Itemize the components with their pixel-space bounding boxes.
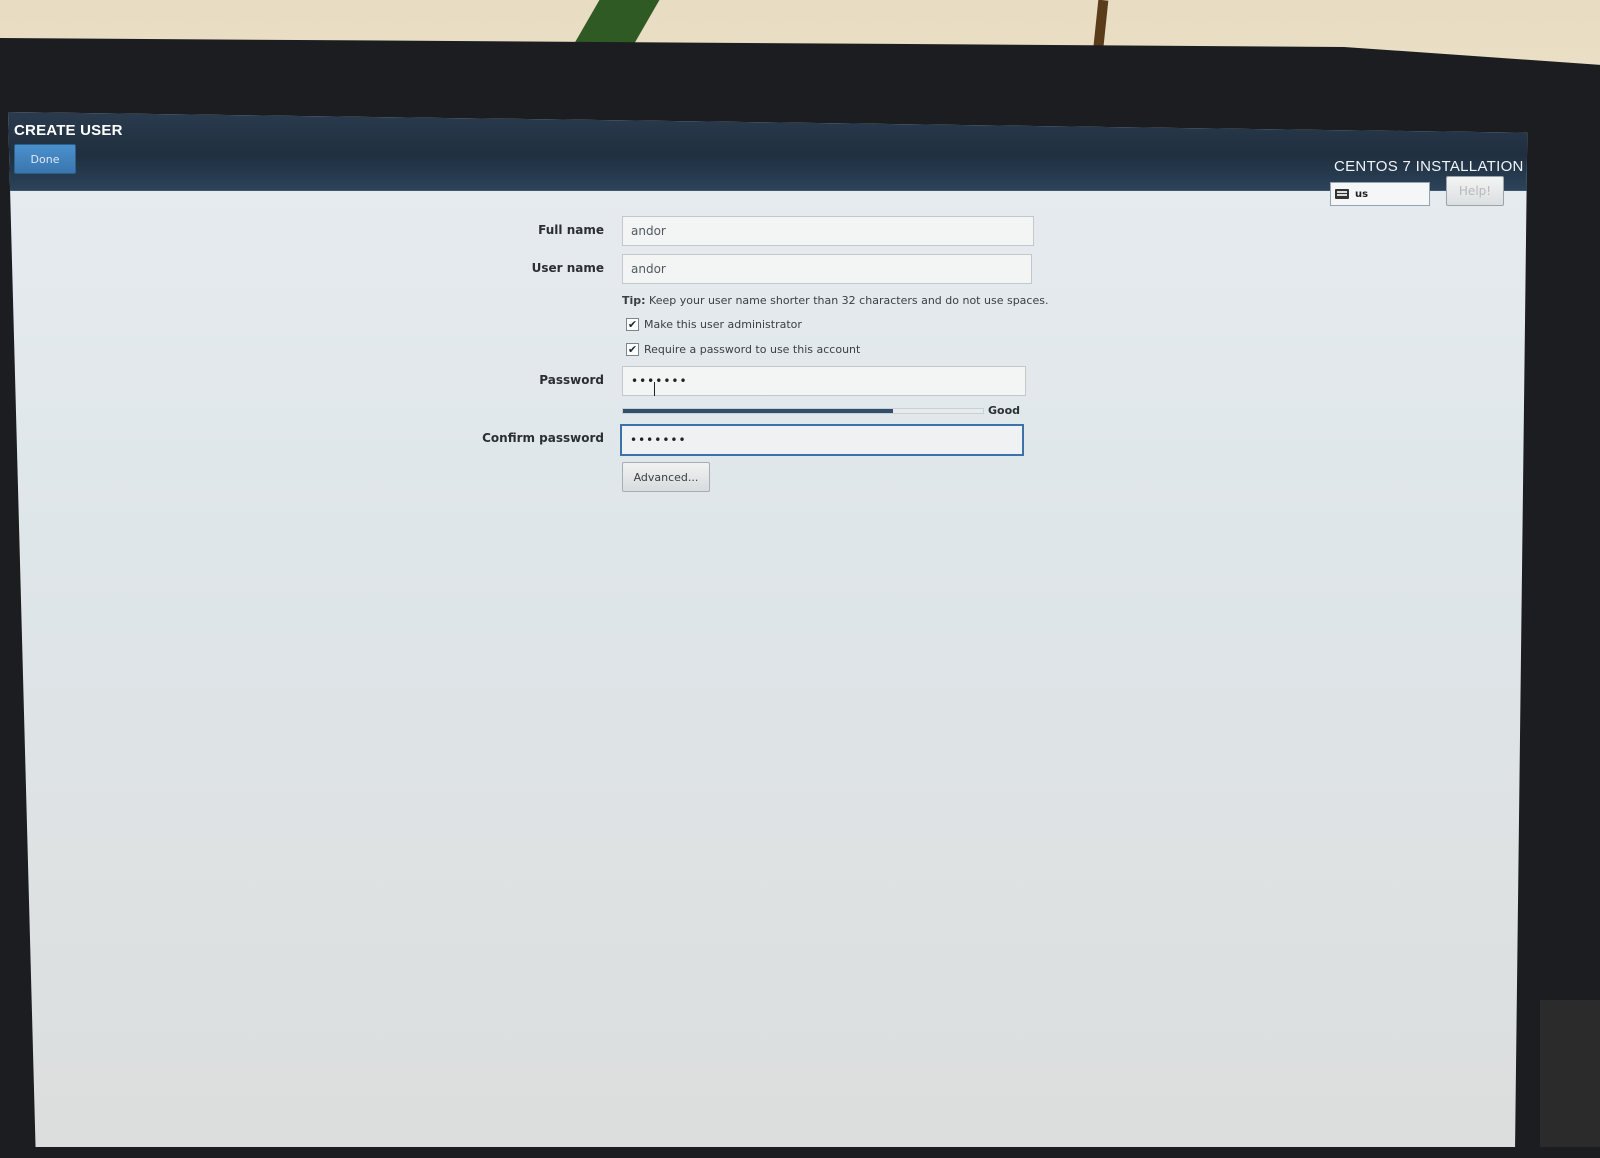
confirm-password-label: Confirm password bbox=[482, 431, 604, 445]
keyboard-icon bbox=[1335, 189, 1349, 199]
spoke-title: CREATE USER bbox=[14, 122, 123, 139]
tip-text: Keep your user name shorter than 32 char… bbox=[649, 294, 1049, 307]
advanced-button[interactable]: Advanced... bbox=[622, 462, 710, 492]
admin-checkbox[interactable]: ✔ bbox=[626, 318, 639, 331]
desk-object bbox=[1540, 1000, 1600, 1147]
tip-prefix: Tip: bbox=[622, 294, 646, 307]
mouse-cursor bbox=[654, 382, 655, 396]
full-name-value: andor bbox=[631, 224, 666, 238]
user-name-field[interactable]: andor bbox=[622, 254, 1032, 284]
installer-screen: CREATE USER Done CENTOS 7 INSTALLATION u… bbox=[8, 112, 1528, 1147]
user-name-label: User name bbox=[531, 261, 604, 275]
full-name-label: Full name bbox=[538, 223, 604, 237]
confirm-password-field[interactable]: ••••••• bbox=[620, 424, 1024, 456]
user-name-value: andor bbox=[631, 262, 666, 276]
confirm-password-value: ••••••• bbox=[630, 433, 687, 447]
require-password-checkbox[interactable]: ✔ bbox=[626, 343, 639, 356]
password-strength-meter bbox=[622, 408, 984, 414]
done-button[interactable]: Done bbox=[14, 144, 76, 174]
keyboard-layout-label: us bbox=[1355, 188, 1369, 200]
password-strength-fill bbox=[623, 409, 893, 413]
full-name-field[interactable]: andor bbox=[622, 216, 1034, 246]
help-button[interactable]: Help! bbox=[1446, 176, 1504, 206]
keyboard-layout-indicator[interactable]: us bbox=[1330, 182, 1430, 206]
password-label: Password bbox=[539, 373, 604, 387]
require-password-label: Require a password to use this account bbox=[644, 343, 861, 356]
admin-checkbox-row[interactable]: ✔ Make this user administrator bbox=[626, 318, 802, 331]
product-title: CENTOS 7 INSTALLATION bbox=[1334, 158, 1524, 175]
password-strength-label: Good bbox=[988, 404, 1021, 417]
require-password-row[interactable]: ✔ Require a password to use this account bbox=[626, 343, 860, 356]
password-field[interactable]: ••••••• bbox=[622, 366, 1026, 396]
admin-checkbox-label: Make this user administrator bbox=[644, 318, 802, 331]
password-value: ••••••• bbox=[631, 374, 688, 388]
user-name-tip: Tip: Keep your user name shorter than 32… bbox=[622, 294, 1048, 307]
